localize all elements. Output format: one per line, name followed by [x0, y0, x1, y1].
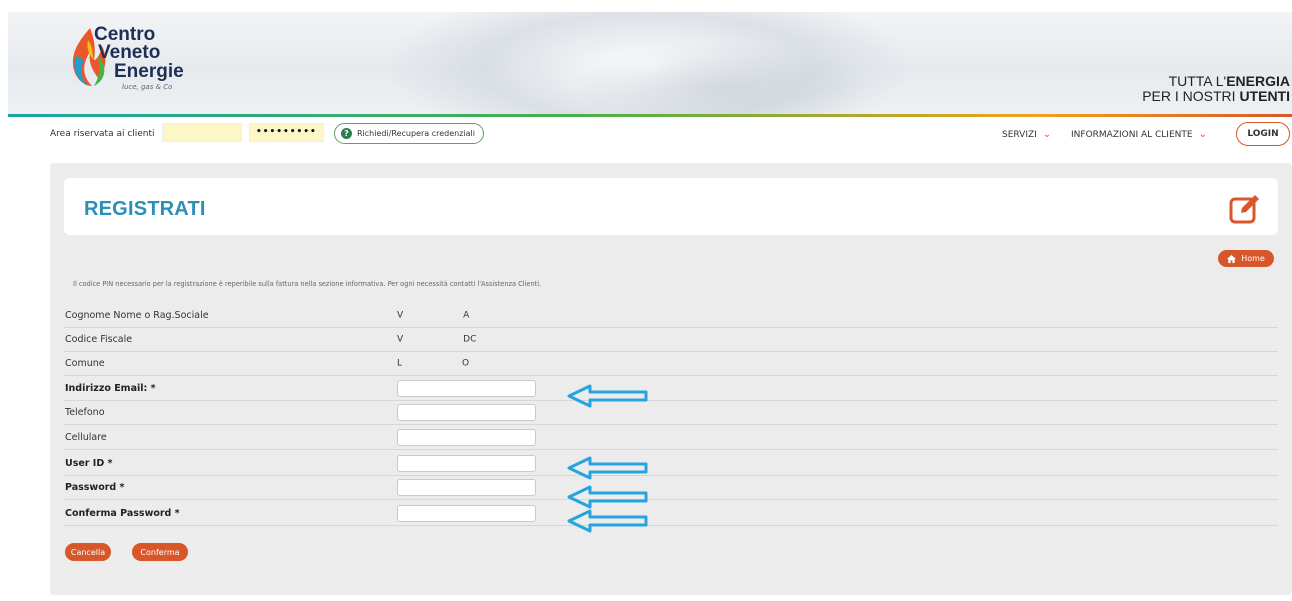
field-label: Cellulare [65, 432, 107, 443]
field-label: Cognome Nome o Rag.Sociale [65, 310, 209, 321]
confirm-button[interactable]: Conferma [132, 543, 188, 561]
nav-menu-informazioni-label: INFORMAZIONI AL CLIENTE [1071, 129, 1193, 140]
home-icon [1227, 254, 1237, 263]
form-row-telefono: Telefono [64, 401, 1278, 425]
nav-menu-informazioni[interactable]: INFORMAZIONI AL CLIENTE ⌄ [1071, 129, 1207, 140]
login-button[interactable]: LOGIN [1236, 122, 1290, 146]
field-label: Password * [65, 482, 125, 493]
value-end: DC [463, 334, 477, 345]
slogan-line2-prefix: PER I NOSTRI [1142, 88, 1240, 104]
value-end: O [462, 358, 470, 369]
recover-credentials-button[interactable]: ? Richiedi/Recupera credenziali [334, 123, 484, 144]
chevron-down-icon: ⌄ [1198, 129, 1207, 140]
chevron-down-icon: ⌄ [1042, 129, 1052, 140]
nav-menu-servizi-label: SERVIZI [1002, 129, 1037, 140]
login-password-input[interactable]: ••••••••• [249, 123, 324, 142]
cellulare-field[interactable] [397, 429, 536, 446]
field-value-comune: LO [397, 358, 469, 369]
nav-menu-servizi[interactable]: SERVIZI ⌄ [1002, 129, 1051, 140]
company-logo[interactable]: Centro Veneto Energie luce, gas & Co [64, 22, 204, 92]
field-value-codice-fiscale: V DC [397, 334, 476, 345]
form-row-password: Password * [64, 476, 1278, 500]
pin-info-text: Il codice PIN necessario per la registra… [73, 280, 542, 288]
slogan-line1-prefix: TUTTA L' [1168, 73, 1227, 89]
page-title: REGISTRATI [84, 198, 206, 220]
form-row-codice-fiscale: Codice Fiscale V DC [64, 328, 1278, 352]
field-label: Comune [65, 358, 105, 369]
password-field[interactable] [397, 479, 536, 496]
field-label: Telefono [65, 407, 105, 418]
form-row-nome: Cognome Nome o Rag.Sociale VA [64, 304, 1278, 328]
edit-icon [1229, 195, 1259, 224]
email-field[interactable] [397, 380, 536, 397]
home-button[interactable]: Home [1218, 250, 1274, 267]
reserved-area-label: Area riservata ai clienti [50, 129, 155, 139]
redacted-mask [402, 358, 463, 368]
telefono-field[interactable] [397, 404, 536, 421]
header-color-line [8, 114, 1292, 117]
field-label: Indirizzo Email: * [65, 383, 156, 394]
annotation-arrow-left-icon [567, 509, 648, 533]
conferma-password-field[interactable] [397, 505, 536, 522]
field-label: User ID * [65, 458, 113, 469]
userid-field[interactable] [397, 455, 536, 472]
field-label: Conferma Password * [65, 508, 180, 519]
title-card: REGISTRATI [64, 178, 1278, 235]
form-row-comune: Comune LO [64, 352, 1278, 376]
annotation-arrow-left-icon [567, 485, 648, 509]
home-button-label: Home [1241, 254, 1265, 263]
slogan-line2-bold: UTENTI [1239, 88, 1290, 104]
field-value-nome: VA [397, 310, 469, 321]
question-icon: ? [341, 128, 352, 139]
form-row-email: Indirizzo Email: * [64, 377, 1278, 401]
logo-tagline: luce, gas & Co [122, 83, 173, 91]
redacted-mask [403, 334, 464, 344]
value-end: A [463, 310, 470, 321]
logo-text-line3: Energie [114, 61, 184, 82]
annotation-arrow-left-icon [567, 456, 648, 480]
login-username-input[interactable] [162, 123, 242, 142]
recover-credentials-label: Richiedi/Recupera credenziali [357, 129, 475, 138]
top-navbar: Area riservata ai clienti ••••••••• ? Ri… [0, 118, 1292, 152]
form-row-cellulare: Cellulare [64, 426, 1278, 450]
redacted-mask [403, 310, 464, 320]
cancel-button[interactable]: Cancella [65, 543, 111, 561]
slogan-line1-bold: ENERGIA [1226, 73, 1290, 89]
registration-panel: REGISTRATI Home Il codice PIN necessario… [50, 163, 1292, 595]
field-label: Codice Fiscale [65, 334, 133, 345]
annotation-arrow-left-icon [567, 384, 648, 408]
form-row-conferma-password: Conferma Password * [64, 502, 1278, 526]
header-slogan: TUTTA L'ENERGIA PER I NOSTRI UTENTI [1142, 74, 1290, 104]
form-row-userid: User ID * [64, 452, 1278, 476]
